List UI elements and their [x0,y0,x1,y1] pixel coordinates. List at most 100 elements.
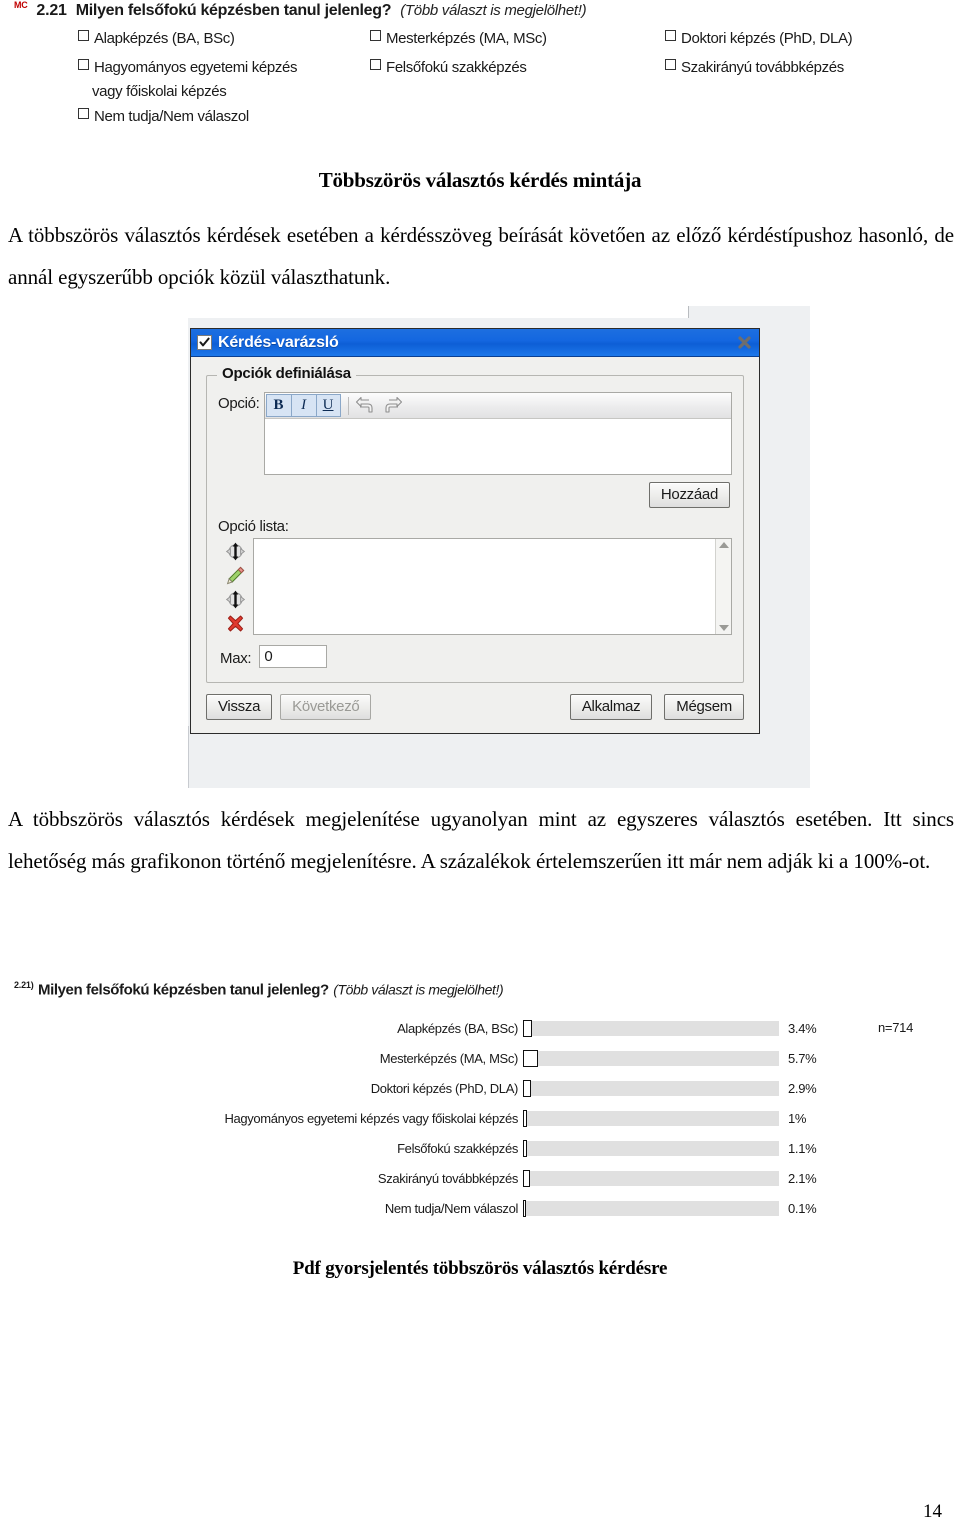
option-list-scrollbar[interactable] [715,539,731,634]
page-number: 14 [923,1501,942,1522]
options-fieldset: Opciók definiálása Opció: B I U Hozzáad … [206,365,744,683]
bar-fill [523,1079,531,1097]
option-list-box[interactable] [253,538,732,635]
screenshot-backdrop-edge [188,306,689,318]
add-option-button[interactable]: Hozzáad [648,482,730,508]
checkbox-icon[interactable] [78,108,89,119]
checkbox-icon[interactable] [78,30,89,41]
close-icon[interactable] [736,334,753,351]
editor-toolbar: B I U [264,393,731,419]
scanned-questionnaire-block: MC 2.21 Milyen felsőfokú képzésben tanul… [0,0,960,150]
italic-button[interactable]: I [290,394,316,417]
bar-value-label: 1% [788,1110,807,1126]
bar-track [523,1109,779,1127]
checkbox-icon[interactable] [665,30,676,41]
bar-track [523,1079,779,1097]
bar-value-label: 2.1% [788,1170,817,1186]
bar-track [523,1019,779,1037]
bar-value-label: 3.4% [788,1020,817,1036]
chart-bar-row: Doktori képzés (PhD, DLA) 2.9% [0,1079,860,1097]
dialog-body: Opciók definiálása Opció: B I U Hozzáad … [191,357,759,733]
option-list-row [218,538,732,635]
option-text-input[interactable] [264,419,731,474]
pdf-quick-report-chart: 2.21) Milyen felsőfokú képzésben tanul j… [0,975,960,1230]
scanned-option-label: Hagyományos egyetemi képzés [94,59,298,76]
undo-arrow-icon[interactable] [355,396,377,416]
fieldset-legend: Opciók definiálása [217,365,356,382]
bar-category-label: Nem tudja/Nem válaszol [384,1200,519,1216]
screenshot-backdrop-line [188,726,189,788]
bar-fill [523,1049,538,1067]
checkbox-icon[interactable] [370,30,381,41]
footer-right-group: Alkalmaz Mégsem [562,694,744,720]
add-option-row: Hozzáad [218,482,732,508]
bar-category-label: Mesterképzés (MA, MSc) [379,1050,519,1066]
option-rich-editor[interactable]: B I U [263,392,732,475]
bar-value-label: 0.1% [788,1200,817,1216]
scanned-option-label: Felsőfokú szakképzés [386,59,527,76]
next-button[interactable]: Következő [280,694,372,720]
question-wizard-dialog: Kérdés-varázsló Opciók definiálása Opció… [190,328,760,734]
scroll-up-icon[interactable] [718,542,729,548]
move-down-icon[interactable] [225,589,246,610]
option-input-row: Opció: B I U [218,392,732,475]
scanned-option-5[interactable]: Felsőfokú szakképzés [370,59,527,76]
checkbox-icon[interactable] [370,59,381,70]
checkbox-icon[interactable] [665,59,676,70]
bar-value-label: 5.7% [788,1050,817,1066]
cancel-button[interactable]: Mégsem [664,694,744,720]
chart-bar-row: Alapképzés (BA, BSc) 3.4% [0,1019,860,1037]
bar-category-label: Doktori képzés (PhD, DLA) [370,1080,519,1096]
apply-button[interactable]: Alkalmaz [569,694,653,720]
bar-category-label: Alapképzés (BA, BSc) [397,1020,518,1036]
bar-value-label: 2.9% [788,1080,817,1096]
scanned-option-7[interactable]: Nem tudja/Nem válaszol [78,108,249,125]
dialog-footer: Vissza Következő Alkalmaz Mégsem [206,694,744,720]
scanned-option-label: Szakirányú továbbképzés [681,59,844,76]
scanned-option-4-continuation: vagy főiskolai képzés [92,83,227,100]
toolbar-separator [347,396,349,415]
chart-bar-row: Nem tudja/Nem válaszol 0.1% [0,1199,860,1217]
dialog-titlebar[interactable]: Kérdés-varázsló [191,329,759,357]
redo-arrow-icon[interactable] [381,396,403,416]
edit-pencil-icon[interactable] [225,565,246,586]
checkbox-icon[interactable] [78,59,89,70]
scanned-option-label: Alapképzés (BA, BSc) [94,30,235,47]
max-input[interactable]: 0 [259,645,328,668]
scroll-down-icon[interactable] [718,625,729,631]
option-list-items[interactable] [254,539,715,634]
chart-question-number: 2.21) [14,980,34,990]
chart-bar-row: Felsőfokú szakképzés 1.1% [0,1139,860,1157]
chart-bar-row: Hagyományos egyetemi képzés vagy főiskol… [0,1109,860,1127]
bar-track [523,1199,779,1217]
delete-icon[interactable] [225,613,246,634]
figure-caption: Pdf gyorsjelentés többszörös választós k… [292,1258,668,1279]
scanned-option-1[interactable]: Alapképzés (BA, BSc) [78,30,235,47]
scanned-question-row: MC 2.21 Milyen felsőfokú képzésben tanul… [14,0,587,20]
scanned-question-number: 2.21 [36,2,67,19]
scanned-option-label: Mesterképzés (MA, MSc) [386,30,547,47]
scanned-option-label: Doktori képzés (PhD, DLA) [681,30,853,47]
bar-track [523,1139,779,1157]
scanned-option-4[interactable]: Hagyományos egyetemi képzés [78,59,298,76]
chart-question: 2.21) Milyen felsőfokú képzésben tanul j… [14,980,504,999]
intro-paragraph: A többszörös választós kérdések esetében… [8,223,954,289]
scanned-question-hint: (Több választ is megjelölhet!) [400,2,587,19]
scanned-option-6[interactable]: Szakirányú továbbképzés [665,59,844,76]
bar-category-label: Hagyományos egyetemi képzés vagy főiskol… [224,1110,518,1126]
back-button[interactable]: Vissza [206,694,273,720]
scanned-option-label: Nem tudja/Nem válaszol [94,108,249,125]
bold-button[interactable]: B [265,394,291,417]
checked-checkbox-icon [197,335,212,350]
bar-fill [523,1019,532,1037]
scanned-option-2[interactable]: Mesterképzés (MA, MSc) [370,30,547,47]
move-up-icon[interactable] [225,541,246,562]
mc-marker: MC [14,0,28,10]
chart-subtitle: (Több választ is megjelölhet!) [333,981,504,998]
underline-button[interactable]: U [315,394,341,417]
bar-category-label: Felsőfokú szakképzés [397,1140,518,1156]
bar-track [523,1169,779,1187]
scanned-option-3[interactable]: Doktori képzés (PhD, DLA) [665,30,853,47]
section-heading: Többszörös választós kérdés mintája [318,168,642,192]
dialog-title: Kérdés-varázsló [218,333,339,351]
